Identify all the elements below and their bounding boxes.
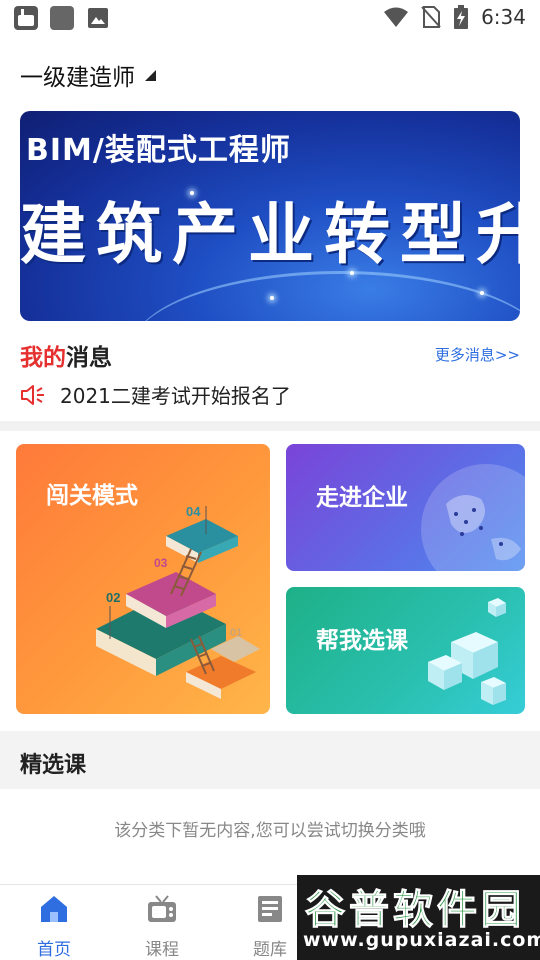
- system-icons: 6:34: [383, 5, 526, 29]
- svg-text:01: 01: [230, 627, 242, 639]
- tab-courses[interactable]: 课程: [122, 893, 202, 960]
- status-bar: 6:34: [0, 0, 540, 36]
- tv-icon: [148, 895, 176, 922]
- no-sim-icon: [421, 6, 441, 28]
- wifi-icon: [384, 7, 409, 27]
- app-notification-icon: [14, 6, 38, 30]
- speaker-icon: [21, 384, 44, 405]
- banner-globe-arc: [130, 271, 520, 321]
- help-choose-course-card[interactable]: 帮我选课: [286, 587, 525, 714]
- watermark: 谷普软件园 www.gupuxiazai.com: [297, 875, 540, 960]
- watermark-url: www.gupuxiazai.com: [303, 929, 540, 951]
- message-notice-row[interactable]: 2021二建考试开始报名了: [20, 380, 291, 409]
- empty-state-text: 该分类下暂无内容,您可以尝试切换分类哦: [114, 821, 426, 841]
- clock: 6:34: [481, 5, 526, 29]
- home-icon: [41, 896, 67, 922]
- svg-text:02: 02: [106, 590, 120, 605]
- banner-subtitle: BIM/装配式工程师: [26, 133, 291, 168]
- sparkle-icon: [480, 291, 484, 295]
- promo-banner[interactable]: BIM/装配式工程师 建筑产业转型升级: [20, 111, 520, 321]
- messages-title-prefix: 我的: [20, 345, 66, 371]
- challenge-mode-card[interactable]: 闯关模式 02 03 04 01: [16, 444, 270, 714]
- tab-home-label: 首页: [37, 940, 71, 960]
- tab-courses-label: 课程: [145, 940, 179, 960]
- cubes-icon: [428, 598, 506, 705]
- question-bank-icon: [258, 896, 282, 922]
- dropdown-triangle-icon: [145, 69, 156, 81]
- battery-charging-icon: [454, 5, 469, 29]
- notification-icons: [14, 6, 110, 30]
- svg-text:03: 03: [154, 556, 168, 570]
- tab-home[interactable]: 首页: [14, 893, 94, 960]
- featured-courses-header: 精选课: [0, 731, 540, 789]
- banner-headline: 建筑产业转型升级: [20, 196, 520, 273]
- featured-courses-title: 精选课: [20, 753, 87, 778]
- svg-text:04: 04: [186, 504, 201, 519]
- square-notification-icon: [50, 6, 74, 30]
- globe-icon: [421, 464, 525, 571]
- enterprise-card[interactable]: 走进企业: [286, 444, 525, 571]
- message-notice-text: 2021二建考试开始报名了: [60, 384, 291, 408]
- messages-title-suffix: 消息: [66, 345, 112, 371]
- more-messages-link[interactable]: 更多消息>>: [435, 344, 520, 365]
- messages-title: 我的消息: [20, 338, 112, 372]
- books-ladder-icon: 02 03 04 01: [96, 504, 260, 699]
- sparkle-icon: [270, 296, 274, 300]
- section-divider: [0, 421, 540, 431]
- page-title: 一级建造师: [20, 65, 135, 91]
- category-selector[interactable]: 一级建造师: [20, 58, 156, 92]
- image-notification-icon: [86, 6, 110, 30]
- watermark-title: 谷普软件园: [305, 887, 525, 934]
